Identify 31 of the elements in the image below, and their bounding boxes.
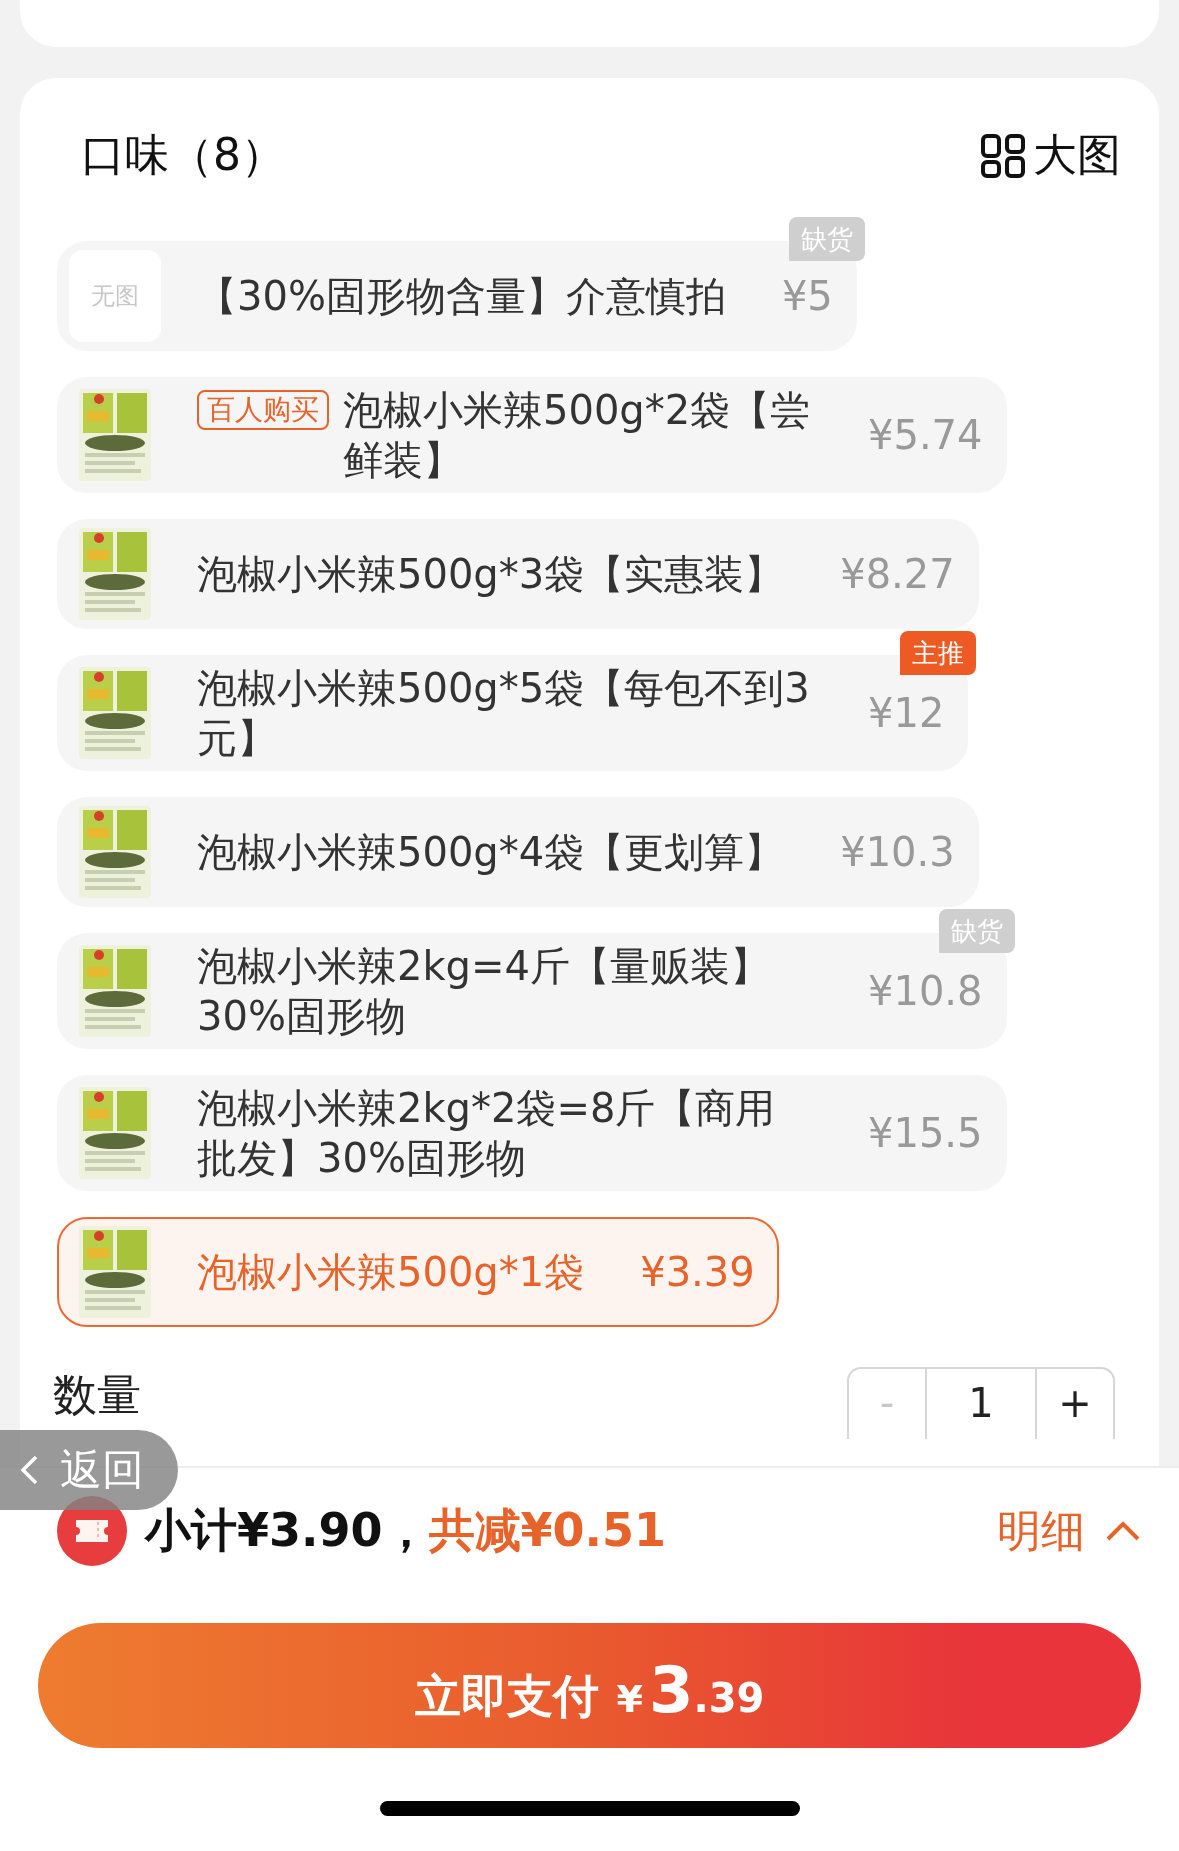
quantity-label: 数量 <box>53 1368 141 1422</box>
chevron-left-icon <box>20 1455 38 1485</box>
option-label: 泡椒小米辣2kg*2袋=8斤【商用批发】30%固形物 <box>197 1084 777 1183</box>
option-price: ¥5.74 <box>868 412 983 458</box>
option-label: 泡椒小米辣500g*5袋【每包不到3元】 <box>197 664 811 763</box>
option-label: 【30%固形物含量】介意慎拍 <box>197 272 726 321</box>
featured-badge: 主推 <box>900 631 977 675</box>
pay-button[interactable]: 立即支付 ¥3.39 <box>38 1623 1141 1748</box>
option-price: ¥15.5 <box>868 1110 983 1156</box>
flavor-option[interactable]: 泡椒小米辣2kg=4斤【量贩装】30%固形物 ¥10.8 <box>57 933 1007 1049</box>
option-price: ¥12 <box>868 690 945 736</box>
option-price: ¥5 <box>781 273 833 319</box>
large-view-toggle[interactable]: 大图 <box>981 126 1121 185</box>
option-price: ¥3.39 <box>640 1249 755 1295</box>
caret-up-icon <box>1105 1520 1141 1542</box>
option-price: ¥10.8 <box>868 968 983 1014</box>
option-label: 泡椒小米辣2kg=4斤【量贩装】30%固形物 <box>197 942 771 1041</box>
popular-tag: 百人购买 <box>197 390 329 430</box>
option-label: 泡椒小米辣500g*4袋【更划算】 <box>197 828 785 877</box>
option-price: ¥8.27 <box>840 551 955 597</box>
section-title: 口味（8） <box>81 128 285 182</box>
option-label: 泡椒小米辣500g*3袋【实惠装】 <box>197 550 785 599</box>
option-price: ¥10.3 <box>840 829 955 875</box>
discount-text: 共减¥0.51 <box>428 1502 667 1559</box>
flavor-option[interactable]: 泡椒小米辣500g*4袋【更划算】 ¥10.3 <box>57 797 979 907</box>
grid-icon <box>981 133 1025 178</box>
flavor-option[interactable]: 百人购买 泡椒小米辣500g*2袋【尝鲜装】 ¥5.74 <box>57 377 1007 493</box>
flavor-option[interactable]: 泡椒小米辣2kg*2袋=8斤【商用批发】30%固形物 ¥15.5 <box>57 1075 1007 1191</box>
option-label: 泡椒小米辣500g*2袋【尝鲜装】 <box>343 386 812 485</box>
flavor-option[interactable]: 泡椒小米辣500g*3袋【实惠装】 ¥8.27 <box>57 519 979 629</box>
option-label: 泡椒小米辣500g*1袋 <box>197 1248 585 1297</box>
